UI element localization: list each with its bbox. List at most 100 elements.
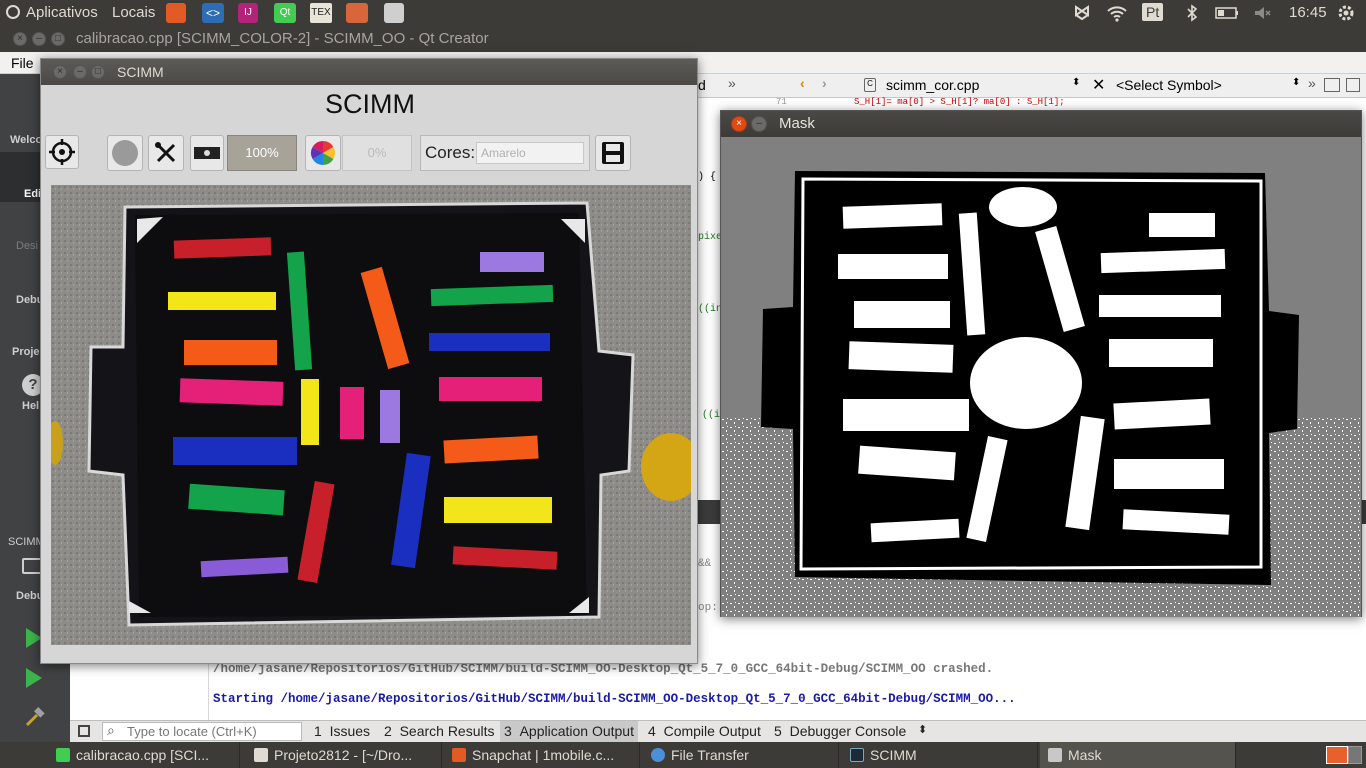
split-icon[interactable]: » bbox=[728, 75, 736, 91]
tab-issues[interactable]: 1 Issues bbox=[314, 723, 370, 739]
save-button[interactable] bbox=[595, 135, 631, 171]
workspace-switcher-active[interactable] bbox=[1326, 746, 1348, 764]
tools-icon bbox=[155, 142, 176, 163]
color-select[interactable]: Amarelo bbox=[476, 142, 584, 164]
toggle-sidebar-icon[interactable] bbox=[78, 725, 90, 737]
dropbox-icon[interactable] bbox=[1072, 3, 1092, 23]
taskbar-item-qtcreator[interactable]: calibracao.cpp [SCI... bbox=[48, 742, 240, 768]
output-fragment: op: bbox=[698, 602, 718, 614]
output-starting-line: Starting /home/jasane/Repositorios/GitHu… bbox=[213, 692, 1016, 706]
qtcreator-titlebar: × – □ calibracao.cpp [SCIMM_COLOR-2] - S… bbox=[0, 26, 1366, 52]
split-horizontal-icon[interactable] bbox=[1324, 78, 1340, 92]
minimize-icon[interactable]: – bbox=[73, 65, 87, 79]
maximize-icon[interactable]: □ bbox=[91, 65, 105, 79]
locator-box[interactable]: ⌕ Type to locate (Ctrl+K) bbox=[102, 722, 302, 741]
bluetooth-icon[interactable] bbox=[1182, 3, 1202, 23]
tab-search-results[interactable]: 2 Search Results bbox=[384, 723, 495, 739]
output-pane-toolbar-edge bbox=[1362, 500, 1366, 524]
output-tabs-bar: ⌕ Type to locate (Ctrl+K) 1 Issues 2 Sea… bbox=[70, 720, 1366, 742]
tools-button[interactable] bbox=[148, 135, 184, 171]
taskbar-item-label: Projeto2812 - [~/Dro... bbox=[274, 747, 413, 763]
file-dropdown-arrow-icon[interactable]: ⬍ bbox=[1072, 77, 1080, 88]
gray-color-button[interactable] bbox=[107, 135, 143, 171]
scimm-heading: SCIMM bbox=[325, 89, 415, 119]
intellij-launcher-icon[interactable]: IJ bbox=[238, 3, 258, 23]
gear-icon[interactable] bbox=[1336, 3, 1356, 23]
battery-icon[interactable] bbox=[1214, 3, 1240, 23]
mode-design[interactable]: Desi bbox=[16, 240, 38, 252]
minimize-icon[interactable]: – bbox=[751, 116, 767, 132]
clock[interactable]: 16:45 bbox=[1289, 4, 1327, 21]
back-arrow-icon[interactable]: ‹ bbox=[800, 75, 805, 91]
places-menu[interactable]: Locais bbox=[112, 4, 155, 21]
keyboard-layout-indicator[interactable]: Pt bbox=[1142, 3, 1164, 21]
code-fragment: pixe bbox=[698, 232, 723, 243]
workspace-switcher[interactable] bbox=[1348, 746, 1362, 764]
more-tabs-arrow-icon[interactable]: ⬍ bbox=[918, 723, 927, 736]
symbol-selector[interactable]: <Select Symbol> bbox=[1116, 77, 1222, 93]
menu-file[interactable]: File bbox=[11, 55, 34, 71]
camera-icon[interactable] bbox=[384, 3, 404, 23]
camera-view[interactable] bbox=[47, 185, 701, 645]
mask-view[interactable] bbox=[721, 137, 1361, 617]
build-hammer-icon[interactable] bbox=[24, 706, 45, 727]
forward-arrow-icon[interactable]: › bbox=[822, 75, 827, 91]
brave-launcher-icon[interactable] bbox=[166, 3, 186, 23]
applications-menu[interactable]: Aplicativos bbox=[26, 4, 98, 21]
close-icon[interactable]: × bbox=[731, 116, 747, 132]
line-number: 71 bbox=[776, 97, 787, 107]
volume-muted-icon[interactable] bbox=[1252, 3, 1272, 23]
tab-search-results-number: 2 bbox=[384, 723, 392, 739]
mode-edit[interactable]: Edi bbox=[24, 188, 41, 200]
code-line-row: 71 S_H[1]= ma[0] > S_H[1]? ma[0] : S_H[1… bbox=[698, 97, 1366, 108]
maximize-icon[interactable]: □ bbox=[51, 32, 65, 46]
save-icon bbox=[602, 142, 624, 164]
scimm-window-title: SCIMM bbox=[117, 64, 164, 80]
circle-icon bbox=[112, 140, 138, 166]
editor-toolbar: d » ‹ › C scimm_cor.cpp ⬍ ✕ <Select Symb… bbox=[698, 74, 1366, 98]
close-icon[interactable]: × bbox=[53, 65, 67, 79]
mode-help[interactable]: Hel bbox=[22, 400, 39, 412]
home-folder-icon[interactable] bbox=[346, 3, 368, 23]
application-output-pane: /home/jasane/Repositorios/GitHub/SCIMM/b… bbox=[208, 660, 1366, 720]
top-panel: Aplicativos Locais <> IJ Qt TEX Pt 16:45 bbox=[0, 0, 1366, 26]
code-fragment: ) { bbox=[698, 172, 717, 183]
split-window-icon[interactable] bbox=[1346, 78, 1360, 92]
tab-application-output[interactable]: 3 Application Output bbox=[500, 721, 638, 742]
output-pane-toolbar bbox=[698, 500, 720, 524]
tab-compile-output[interactable]: 4 Compile Output bbox=[648, 723, 761, 739]
qt-launcher-icon[interactable]: Qt bbox=[274, 3, 296, 23]
locator-input[interactable]: Type to locate (Ctrl+K) bbox=[127, 724, 257, 739]
mode-projects[interactable]: Proje bbox=[12, 346, 40, 358]
power-icon[interactable] bbox=[6, 5, 20, 19]
code-editor-launcher-icon[interactable]: <> bbox=[202, 3, 224, 23]
taskbar-item-file-transfer[interactable]: File Transfer bbox=[643, 742, 839, 768]
taskbar-item-projeto[interactable]: Projeto2812 - [~/Dro... bbox=[246, 742, 442, 768]
tab-compile-output-number: 4 bbox=[648, 723, 656, 739]
terminal-icon bbox=[254, 748, 268, 762]
mode-welcome[interactable]: Welco bbox=[10, 134, 42, 146]
symbol-dropdown-arrow-icon[interactable]: ⬍ bbox=[1292, 77, 1300, 88]
color-wheel-button[interactable] bbox=[305, 135, 341, 171]
target-button[interactable] bbox=[45, 135, 79, 169]
tab-issues-number: 1 bbox=[314, 723, 322, 739]
taskbar-item-label: calibracao.cpp [SCI... bbox=[76, 747, 210, 763]
tab-debugger-console[interactable]: 5 Debugger Console bbox=[774, 723, 906, 739]
tab-debugger-console-number: 5 bbox=[774, 723, 782, 739]
debug-run-icon[interactable] bbox=[26, 668, 42, 688]
cores-label: Cores: bbox=[425, 143, 476, 162]
camera-image bbox=[47, 185, 701, 645]
close-document-icon[interactable]: ✕ bbox=[1092, 75, 1105, 95]
taskbar-item-mask[interactable]: Mask bbox=[1040, 742, 1236, 768]
tex-launcher-icon[interactable]: TEX bbox=[310, 3, 332, 23]
slider-button[interactable] bbox=[190, 135, 224, 171]
more-icon[interactable]: » bbox=[1308, 75, 1316, 91]
taskbar-item-label: Snapchat | 1mobile.c... bbox=[472, 747, 615, 763]
close-icon[interactable]: × bbox=[13, 32, 27, 46]
wifi-icon[interactable] bbox=[1106, 3, 1127, 23]
editor-filename[interactable]: scimm_cor.cpp bbox=[886, 77, 979, 93]
minimize-icon[interactable]: – bbox=[32, 32, 46, 46]
bluetooth-icon bbox=[651, 748, 665, 762]
taskbar-item-snapchat[interactable]: Snapchat | 1mobile.c... bbox=[444, 742, 640, 768]
taskbar-item-scimm[interactable]: SCIMM bbox=[842, 742, 1038, 768]
